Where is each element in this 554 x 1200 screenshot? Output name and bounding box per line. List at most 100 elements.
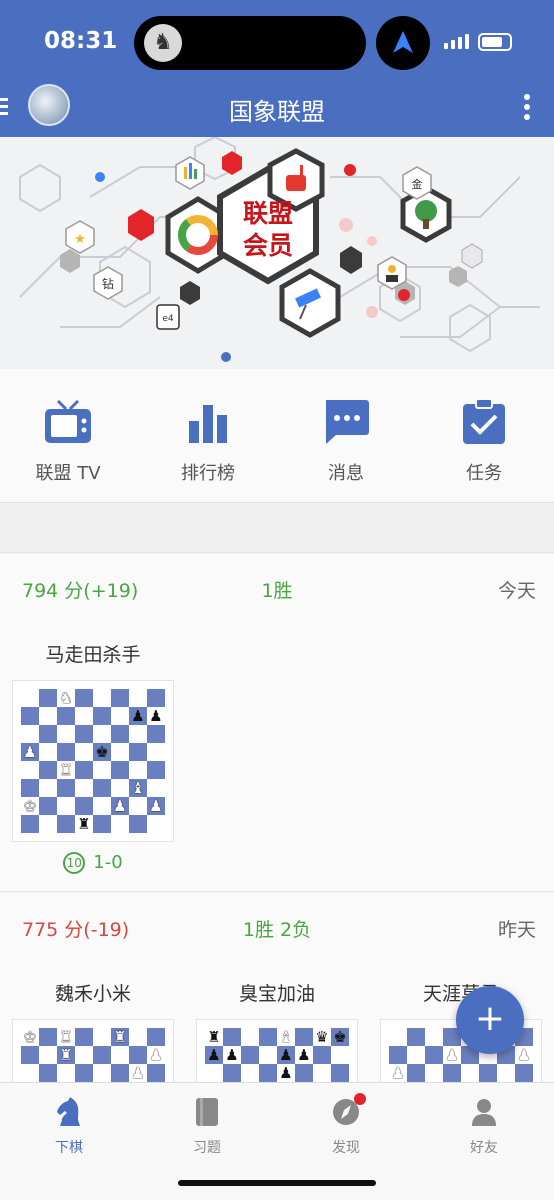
more-options-icon[interactable]	[524, 94, 530, 124]
board-square	[57, 725, 75, 743]
board-square	[21, 707, 39, 725]
board-square: ♚	[21, 1028, 39, 1046]
board-square	[75, 779, 93, 797]
svg-text:★: ★	[74, 232, 86, 247]
board-square: ♚	[21, 797, 39, 815]
navigation-indicator	[376, 16, 430, 70]
board-square	[21, 779, 39, 797]
banner-tag-e4: e4	[162, 314, 174, 324]
board-square	[39, 725, 57, 743]
tab-play[interactable]: 下棋	[19, 1095, 119, 1157]
board-square	[39, 815, 57, 833]
board-square	[205, 1064, 223, 1082]
board-square	[407, 1046, 425, 1064]
board-square	[39, 779, 57, 797]
board-square: ♝	[277, 1028, 295, 1046]
quick-action-messages-label: 消息	[328, 463, 364, 484]
board-square	[425, 1028, 443, 1046]
membership-banner[interactable]: ★ 钻 金 e4 联盟 会员	[0, 137, 554, 369]
person-icon	[434, 1095, 534, 1129]
tab-puzzles[interactable]: 习题	[157, 1095, 257, 1157]
knight-icon	[19, 1095, 119, 1129]
board-square	[241, 1046, 259, 1064]
board-square	[111, 779, 129, 797]
leaderboard-icon	[148, 397, 268, 447]
board-square	[57, 779, 75, 797]
tv-icon	[8, 397, 128, 447]
compass-icon	[296, 1095, 396, 1129]
board-square	[39, 761, 57, 779]
tab-friends[interactable]: 好友	[434, 1095, 534, 1157]
game-section-yesterday: 775 分(-19) 1胜 2负 昨天 魏禾小米 ♚♜♜♜♟♟♟♟♛ 臭宝加油 …	[0, 893, 554, 1181]
board-square: ♟	[277, 1064, 295, 1082]
new-game-button[interactable]: +	[456, 986, 524, 1054]
tab-discover[interactable]: 发现	[296, 1093, 396, 1157]
board-square	[111, 815, 129, 833]
section-header: 794 分(+19) 1胜 今天	[0, 554, 554, 624]
board-square	[39, 1064, 57, 1082]
board-square	[129, 689, 147, 707]
quick-action-messages[interactable]: 消息	[286, 397, 406, 485]
board-square	[75, 1046, 93, 1064]
board-square	[129, 725, 147, 743]
chess-board: ♞ ♟ ♟ ♟ ♚ ♜ ♝ ♚ ♟ ♟ ♜	[21, 689, 165, 833]
board-square	[57, 797, 75, 815]
win-loss-record: 1胜	[261, 580, 293, 602]
board-square: ♞	[57, 689, 75, 707]
board-square: ♟	[223, 1046, 241, 1064]
board-square: ♚	[331, 1028, 349, 1046]
board-square	[21, 725, 39, 743]
board-square: ♟	[129, 1064, 147, 1082]
board-square	[75, 743, 93, 761]
board-square	[331, 1064, 349, 1082]
section-divider	[0, 503, 554, 553]
board-square	[147, 725, 165, 743]
quick-action-tv-label: 联盟 TV	[35, 463, 101, 484]
tab-label: 习题	[193, 1140, 221, 1156]
tab-label: 好友	[470, 1140, 498, 1156]
board-square	[93, 779, 111, 797]
board-square: ♜	[75, 815, 93, 833]
board-square	[39, 707, 57, 725]
board-square	[93, 761, 111, 779]
board-square	[241, 1028, 259, 1046]
board-square: ♜	[205, 1028, 223, 1046]
board-square	[75, 725, 93, 743]
win-loss-record: 1胜 2负	[242, 919, 312, 941]
board-square: ♚	[93, 743, 111, 761]
board-square	[39, 1046, 57, 1064]
task-icon	[424, 397, 544, 447]
board-square	[111, 761, 129, 779]
board-square	[75, 707, 93, 725]
page-title: 国象联盟	[229, 98, 325, 126]
board-square	[75, 797, 93, 815]
board-square	[129, 815, 147, 833]
board-square	[241, 1064, 259, 1082]
quick-actions: 联盟 TV 排行榜 消息 任务	[0, 369, 554, 503]
quick-action-tv[interactable]: 联盟 TV	[8, 397, 128, 485]
book-icon	[157, 1095, 257, 1129]
board-square: ♟	[389, 1064, 407, 1082]
board-square: ♟	[129, 707, 147, 725]
game-card[interactable]: 马走田杀手 ♞ ♟ ♟ ♟ ♚ ♜ ♝ ♚ ♟ ♟ ♜ 10 1-0	[12, 640, 174, 874]
board-square	[111, 725, 129, 743]
home-indicator	[178, 1180, 376, 1186]
board-square	[147, 761, 165, 779]
section-date: 今天	[497, 580, 536, 602]
board-square	[129, 797, 147, 815]
board-square	[21, 1046, 39, 1064]
board-square	[259, 1064, 277, 1082]
board-square	[75, 1028, 93, 1046]
board-square: ♟	[147, 797, 165, 815]
tab-label: 发现	[332, 1140, 360, 1156]
quick-action-leaderboard[interactable]: 排行榜	[148, 397, 268, 485]
board-square	[57, 743, 75, 761]
board-square	[147, 779, 165, 797]
board-square	[93, 815, 111, 833]
board-square	[389, 1028, 407, 1046]
board-square	[313, 1064, 331, 1082]
board-square: ♟	[515, 1046, 533, 1064]
quick-action-tasks[interactable]: 任务	[424, 397, 544, 485]
board-square: ♝	[129, 779, 147, 797]
board-square	[295, 1064, 313, 1082]
